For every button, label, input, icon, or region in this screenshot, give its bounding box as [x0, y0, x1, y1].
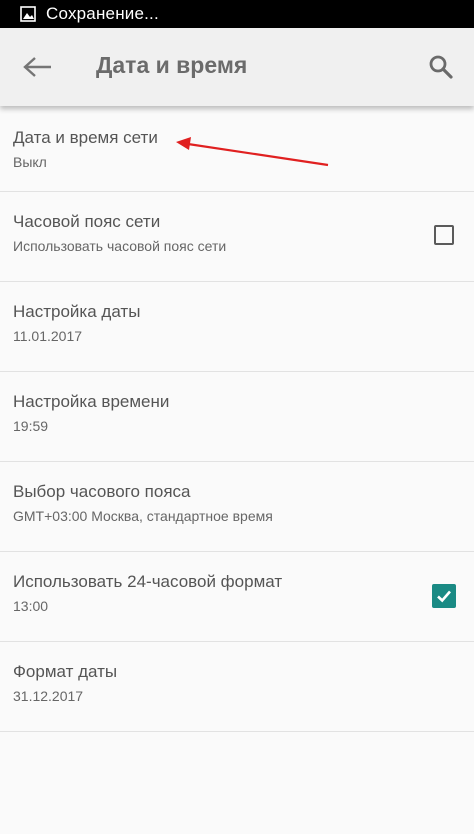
setting-value: 31.12.2017 [13, 688, 84, 704]
search-button[interactable] [424, 50, 458, 84]
image-icon [20, 6, 36, 22]
24-hour-format-checkbox[interactable] [432, 584, 456, 608]
setting-time[interactable]: Настройка времени 19:59 [0, 372, 474, 462]
setting-value: GMT+03:00 Москва, стандартное время [13, 508, 273, 524]
setting-label: Дата и время сети [13, 128, 158, 147]
arrow-back-icon [23, 57, 51, 77]
setting-value: 19:59 [13, 418, 49, 434]
setting-label: Выбор часового пояса [13, 482, 191, 501]
setting-label: Использовать 24-часовой формат [13, 572, 283, 591]
network-timezone-checkbox[interactable] [434, 225, 454, 245]
status-bar: Сохранение... [0, 0, 474, 28]
setting-value: 13:00 [13, 598, 49, 614]
back-button[interactable] [16, 48, 60, 86]
setting-date-format[interactable]: Формат даты 31.12.2017 [0, 642, 474, 732]
setting-label: Часовой пояс сети [13, 212, 161, 231]
setting-label: Настройка времени [13, 392, 170, 411]
status-text: Сохранение... [46, 4, 159, 23]
setting-network-date-time[interactable]: Дата и время сети Выкл [0, 106, 474, 192]
setting-value: 11.01.2017 [13, 328, 83, 344]
checkmark-icon [437, 590, 451, 603]
settings-list: Дата и время сети Выкл Часовой пояс сети… [0, 106, 474, 732]
setting-value: Выкл [13, 154, 47, 170]
setting-label: Формат даты [13, 662, 118, 681]
page-title: Дата и время [96, 52, 248, 78]
setting-24-hour-format[interactable]: Использовать 24-часовой формат 13:00 [0, 552, 474, 642]
setting-date[interactable]: Настройка даты 11.01.2017 [0, 282, 474, 372]
toolbar: Дата и время [0, 28, 474, 106]
setting-value: Использовать часовой пояс сети [13, 238, 227, 254]
setting-network-timezone[interactable]: Часовой пояс сети Использовать часовой п… [0, 192, 474, 282]
setting-timezone[interactable]: Выбор часового пояса GMT+03:00 Москва, с… [0, 462, 474, 552]
setting-label: Настройка даты [13, 302, 141, 321]
search-icon [429, 55, 453, 79]
